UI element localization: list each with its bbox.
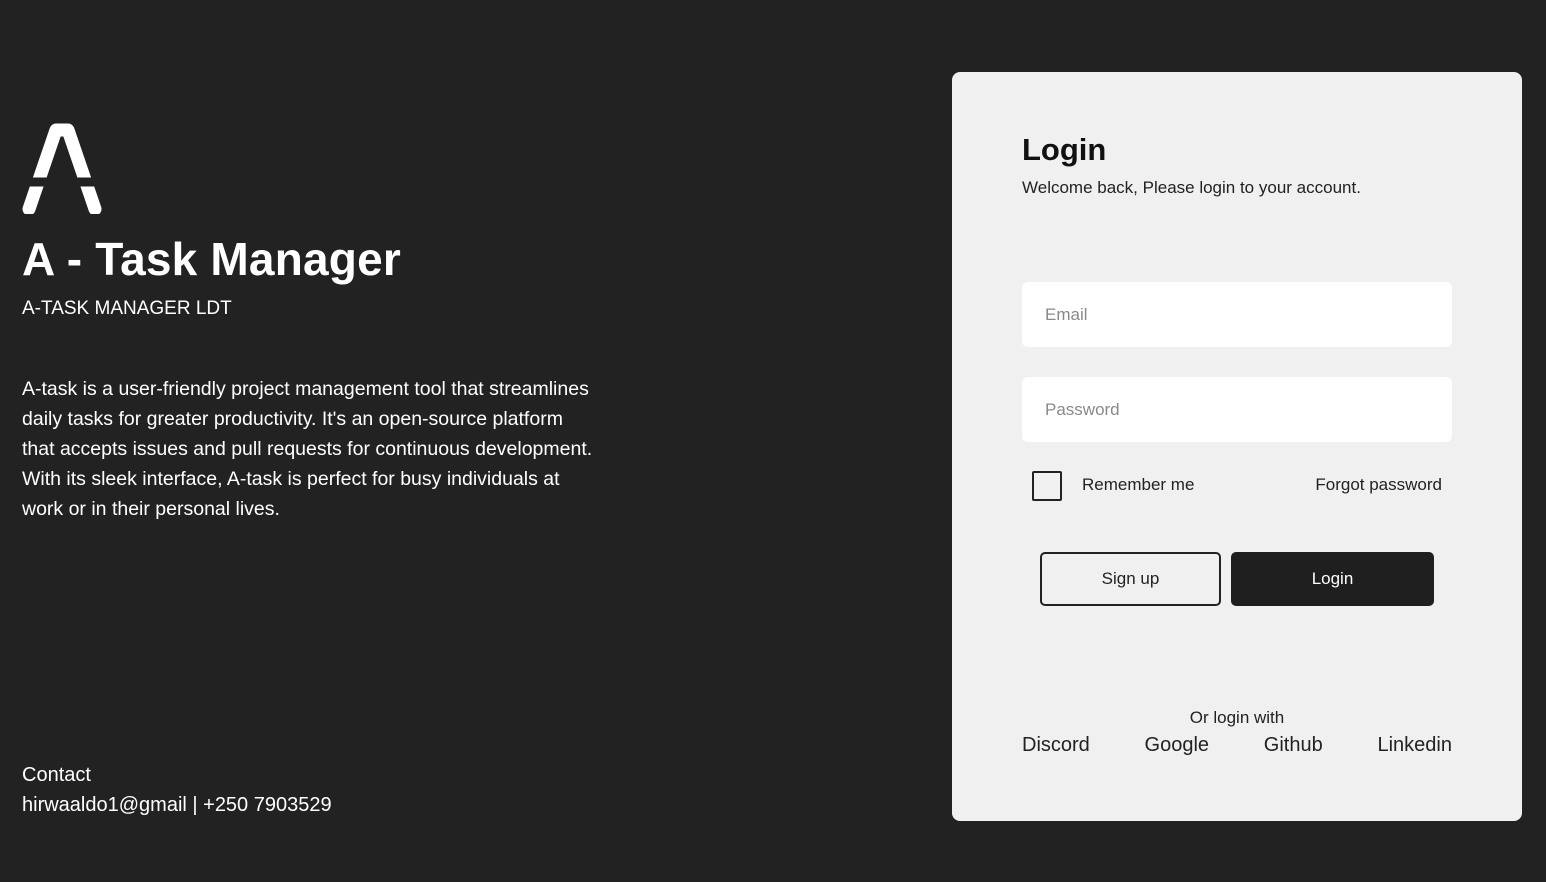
app-description: A-task is a user-friendly project manage… xyxy=(22,378,593,520)
contact-info: hirwaaldo1@gmail | +250 7903529 xyxy=(22,794,332,816)
discord-login-link[interactable]: Discord xyxy=(1022,734,1090,757)
email-input[interactable] xyxy=(1022,282,1452,347)
login-button[interactable]: Login xyxy=(1231,552,1434,606)
signup-button[interactable]: Sign up xyxy=(1040,552,1221,606)
contact-label: Contact xyxy=(22,764,91,786)
remember-me-checkbox[interactable] xyxy=(1032,471,1062,501)
a-logo-icon xyxy=(22,123,102,214)
github-login-link[interactable]: Github xyxy=(1264,734,1323,757)
brand-panel: A - Task Manager A-TASK MANAGER LDT A-ta… xyxy=(22,0,642,882)
login-card: Login Welcome back, Please login to your… xyxy=(952,72,1522,821)
app-title: A - Task Manager xyxy=(22,233,401,285)
google-login-link[interactable]: Google xyxy=(1145,734,1210,757)
forgot-password-link[interactable]: Forgot password xyxy=(1315,475,1442,495)
login-subtitle: Welcome back, Please login to your accou… xyxy=(1022,178,1361,197)
company-name: A-TASK MANAGER LDT xyxy=(22,298,232,319)
linkedin-login-link[interactable]: Linkedin xyxy=(1377,734,1452,757)
password-input[interactable] xyxy=(1022,377,1452,442)
remember-me-label[interactable]: Remember me xyxy=(1082,475,1194,495)
social-login-row: Discord Google Github Linkedin xyxy=(1022,734,1452,757)
or-login-with-label: Or login with xyxy=(1189,708,1285,727)
login-title: Login xyxy=(1022,132,1107,167)
